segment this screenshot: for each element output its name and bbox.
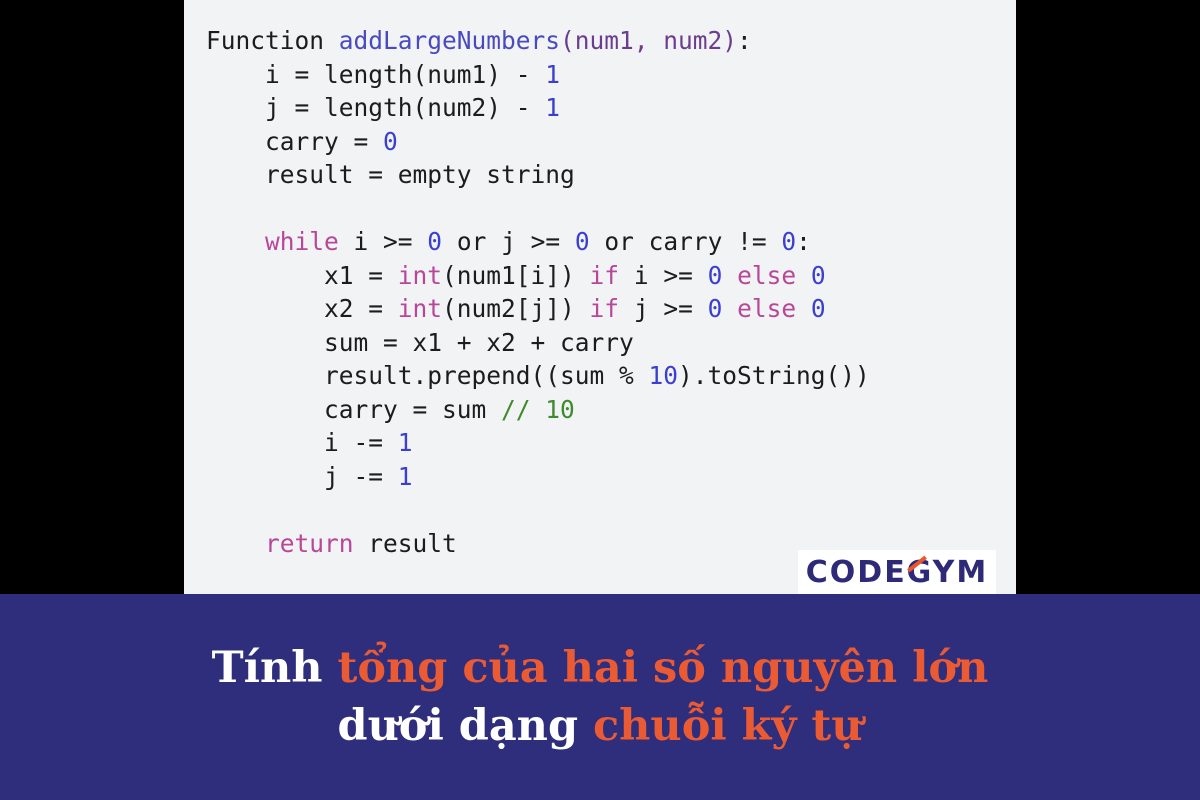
code-token-num: 0 [810,294,826,323]
code-token-plain: result = empty string [206,160,575,189]
code-line: Function addLargeNumbers(num1, num2): [206,24,870,58]
code-token-kw: if [589,260,620,290]
code-token-num: 0 [574,227,590,256]
code-token-num: 0 [707,260,723,290]
code-token-num: 0 [707,294,723,323]
code-token-plain: carry = sum [206,394,502,424]
code-token-num: 0 [427,227,443,256]
code-panel: Function addLargeNumbers(num1, num2): i … [184,0,1016,594]
code-token-plain: i -= [206,428,398,457]
code-line: result = empty string [206,158,870,192]
code-token-plain: or j >= [442,227,575,256]
code-line: return result [206,527,870,561]
code-token-plain: : [796,227,811,256]
code-line: sum = x1 + x2 + carry [206,326,870,360]
code-token-plain: carry = [206,126,384,156]
title-line-1: Tính tổng của hai số nguyên lớn [212,639,989,697]
code-token-kw: else [737,260,797,290]
code-token-plain: j >= [619,294,708,323]
code-token-num: 10 [648,361,679,390]
code-token-plain: i >= [338,227,428,256]
code-token-plain: (num2[j]) [442,294,590,323]
logo-text: CODEGYM [805,554,989,590]
codegym-logo: CODEGYM [798,550,996,594]
code-token-plain: ).toString()) [678,361,870,390]
code-line: while i >= 0 or j >= 0 or carry != 0: [206,225,870,259]
title-line-2: dưới dạng chuỗi ký tự [337,697,862,755]
code-token-kw: return [265,528,354,558]
code-token-plain: result.prepend((sum % [206,361,649,390]
code-token-plain: (num1[i]) [442,260,590,290]
code-token-kw: int [397,260,443,290]
code-token-param: (num1, num2) [560,26,738,55]
code-token-num: 1 [397,428,413,457]
code-token-num: 1 [545,93,561,122]
code-line: i = length(num1) - 1 [206,58,870,92]
code-line: j -= 1 [206,460,870,494]
code-token-kw: int [397,294,443,323]
code-token-plain: sum = x1 + x2 + carry [206,327,634,357]
code-line: x2 = int(num2[j]) if j >= 0 else 0 [206,292,870,326]
code-line: result.prepend((sum % 10).toString()) [206,359,870,393]
title-banner: Tính tổng của hai số nguyên lớn dưới dạn… [0,594,1200,800]
code-token-num: 0 [810,260,826,290]
code-token-kw: while [265,227,339,256]
code-line: x1 = int(num1[i]) if i >= 0 else 0 [206,259,870,293]
code-token-num: 1 [397,461,413,491]
code-token-num: 0 [383,126,398,156]
code-token-fn: addLargeNumbers [338,26,561,55]
code-token-num: 1 [545,59,561,89]
code-token-plain: : [737,26,752,55]
code-token-plain: j = length(num2) - [206,93,546,122]
code-line: j = length(num2) - 1 [206,91,870,125]
code-token-num: 0 [781,227,797,256]
code-token-plain: i >= [619,260,708,290]
code-token-plain: j -= [206,461,398,491]
code-token-plain: x2 = [206,294,398,323]
code-line: carry = sum // 10 [206,393,870,427]
pseudocode-block: Function addLargeNumbers(num1, num2): i … [206,24,870,560]
code-line: carry = 0 [206,125,870,159]
title-segment-white: dưới dạng [337,701,593,751]
code-token-plain: Function [206,26,339,55]
title-segment-orange: chuỗi ký tự [592,701,863,751]
code-token-kw: if [589,294,620,323]
code-token-plain: or carry != [589,227,782,256]
code-token-plain: x1 = [206,260,398,290]
code-token-plain: result [353,528,457,558]
code-token-comment: // 10 [501,394,575,424]
title-segment-white: Tính [211,643,338,693]
code-token-plain: i = length(num1) - [206,59,546,89]
code-line: i -= 1 [206,426,870,460]
code-token-kw: else [737,294,797,323]
title-segment-orange: tổng của hai số nguyên lớn [337,643,989,693]
